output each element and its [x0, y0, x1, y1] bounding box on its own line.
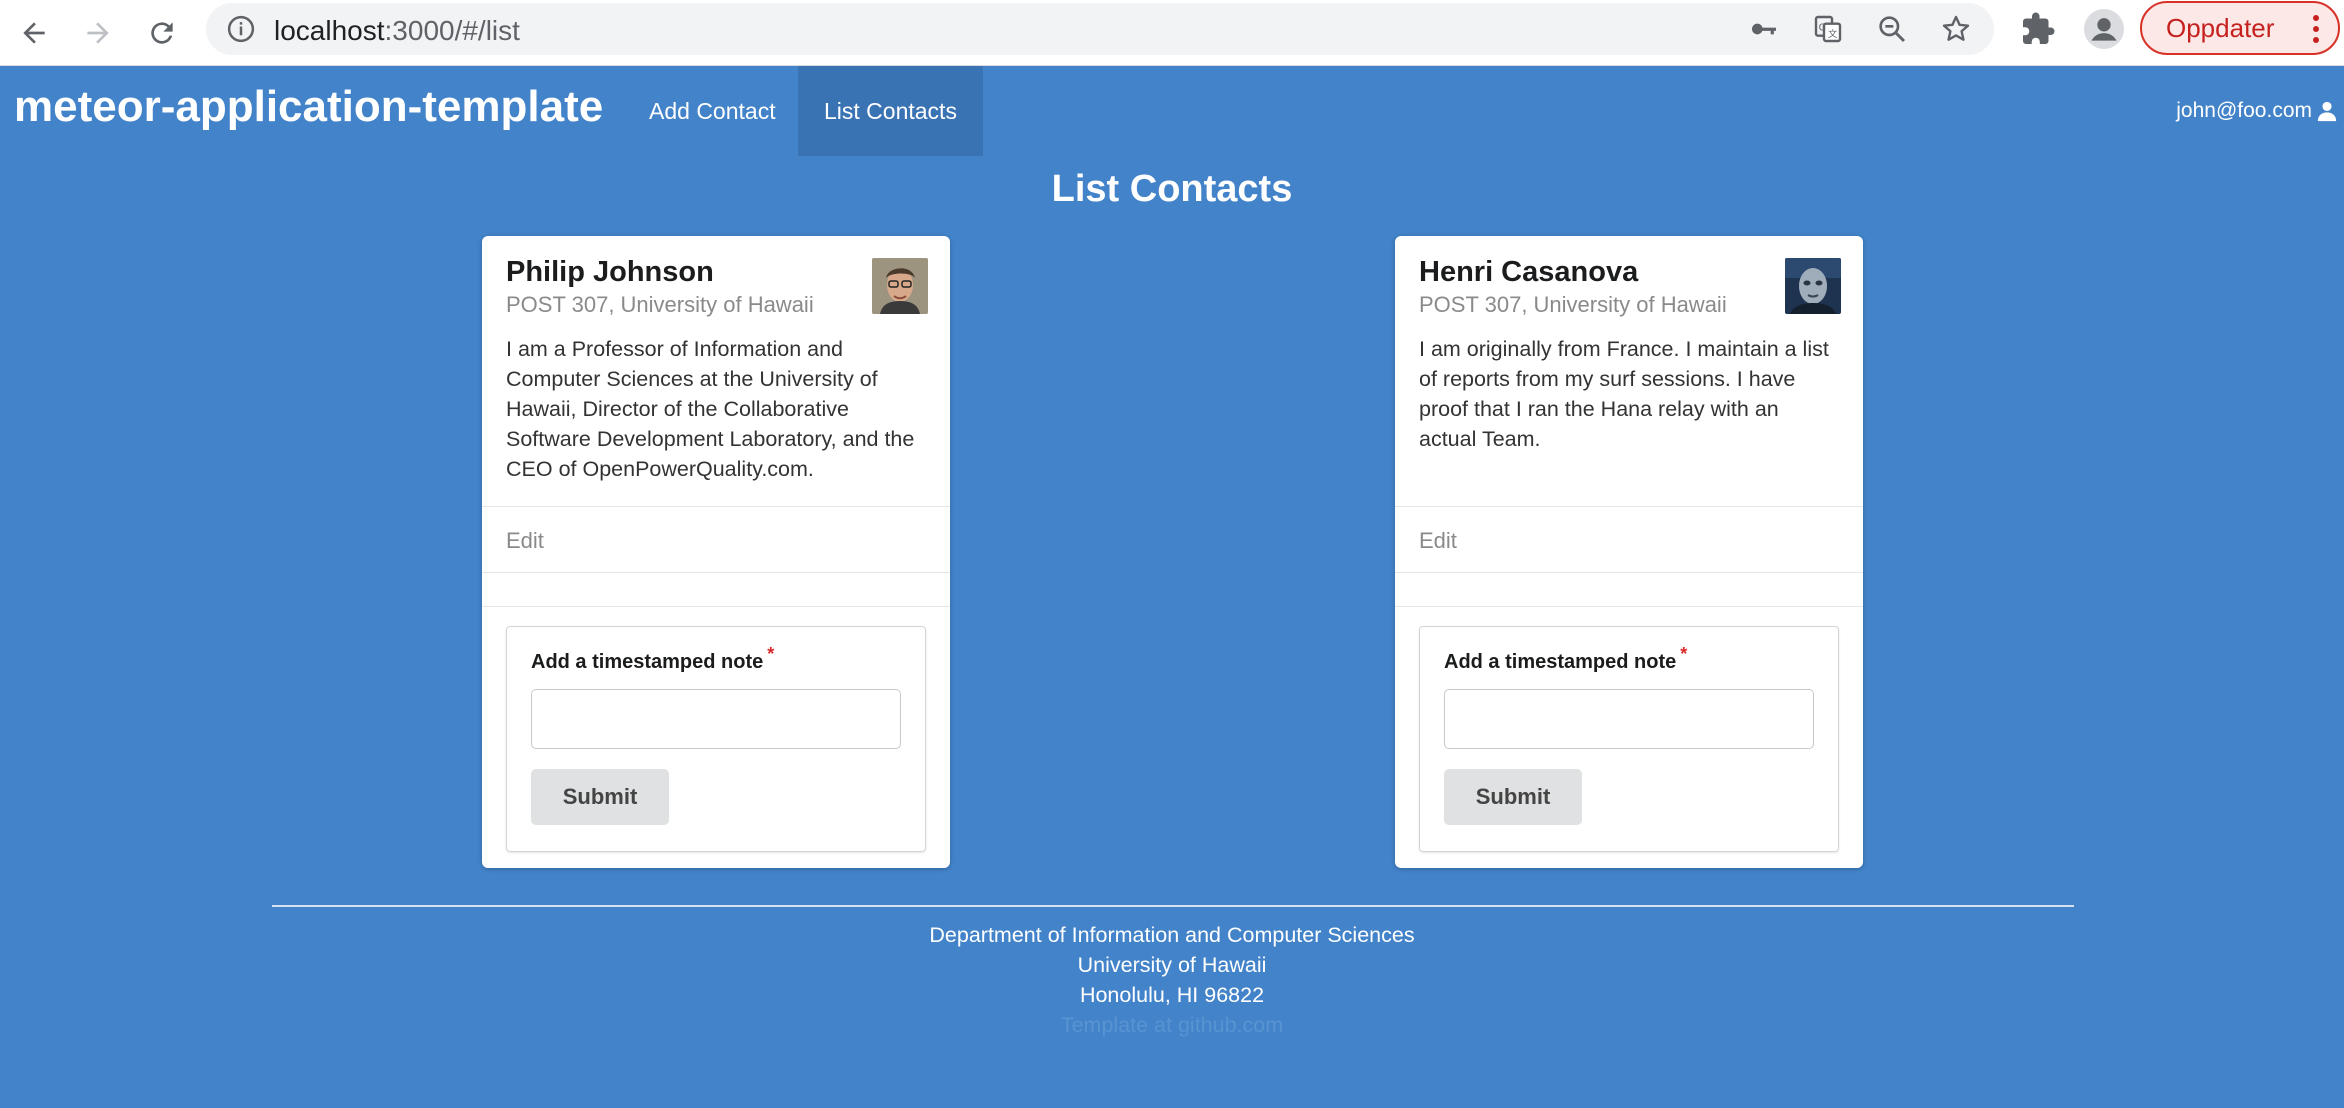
footer-address: Honolulu, HI 96822	[1079, 983, 1265, 1007]
svg-text:G: G	[1819, 22, 1826, 33]
submit-button[interactable]: Submit	[531, 769, 669, 825]
profile-avatar-icon[interactable]	[2084, 9, 2124, 49]
footer-template-link[interactable]: Template at github.com	[0, 1010, 2344, 1040]
edit-link[interactable]: Edit	[506, 528, 544, 554]
card-divider	[482, 506, 950, 507]
user-email: john@foo.com	[2176, 99, 2312, 122]
contact-avatar	[872, 258, 928, 314]
app-navbar: meteor-application-template Add Contact …	[0, 66, 2344, 156]
contact-card: Henri Casanova POST 307, University of H…	[1395, 236, 1863, 868]
user-icon	[2317, 101, 2337, 122]
footer-university: University of Hawaii	[1077, 953, 1267, 977]
info-icon[interactable]	[226, 14, 256, 44]
url-host: localhost	[274, 15, 385, 46]
extensions-puzzle-icon[interactable]	[2020, 11, 2056, 47]
url-text[interactable]: localhost:3000/#/list	[274, 15, 520, 47]
contact-avatar	[1785, 258, 1841, 314]
card-divider	[1395, 506, 1863, 507]
required-marker: *	[767, 644, 775, 664]
arrow-right-icon	[87, 22, 109, 44]
reload-button[interactable]	[138, 9, 186, 57]
back-button[interactable]	[10, 9, 58, 57]
browser-toolbar: localhost:3000/#/list G文 Oppdater	[0, 0, 2344, 66]
note-field-label: Add a timestamped note *	[531, 644, 774, 674]
contact-name: Philip Johnson	[506, 256, 714, 288]
card-divider	[482, 572, 950, 573]
add-note-form: Add a timestamped note * Submit	[1419, 626, 1839, 852]
user-menu[interactable]: john@foo.com	[2176, 66, 2338, 156]
add-note-form: Add a timestamped note * Submit	[506, 626, 926, 852]
translate-icon[interactable]: G文	[1812, 13, 1844, 45]
footer: Department of Information and Computer S…	[0, 920, 2344, 1040]
brand-link[interactable]: meteor-application-template	[14, 82, 603, 132]
note-input[interactable]	[531, 689, 901, 749]
contact-description: I am a Professor of Information and Comp…	[506, 337, 915, 481]
footer-divider	[272, 905, 2074, 907]
address-bar[interactable]: localhost:3000/#/list G文	[206, 3, 1994, 55]
svg-text:文: 文	[1828, 28, 1837, 40]
card-divider	[1395, 606, 1863, 607]
more-vert-icon	[2313, 15, 2319, 43]
note-input[interactable]	[1444, 689, 1814, 749]
note-label-text: Add a timestamped note	[531, 651, 764, 673]
required-marker: *	[1680, 644, 1688, 664]
forward-button[interactable]	[74, 9, 122, 57]
zoom-out-icon[interactable]	[1876, 13, 1908, 45]
contact-description: I am originally from France. I maintain …	[1419, 337, 1829, 451]
contact-address: POST 307, University of Hawaii	[506, 292, 814, 317]
contact-name: Henri Casanova	[1419, 256, 1639, 288]
nav-add-contact[interactable]: Add Contact	[623, 66, 802, 156]
reload-icon	[151, 22, 173, 44]
edit-link[interactable]: Edit	[1419, 528, 1457, 554]
key-icon[interactable]	[1748, 13, 1780, 45]
contact-card: Philip Johnson POST 307, University of H…	[482, 236, 950, 868]
arrow-left-icon	[23, 22, 45, 44]
page-title: List Contacts	[1051, 168, 1293, 210]
update-browser-button[interactable]: Oppdater	[2140, 1, 2340, 55]
note-label-text: Add a timestamped note	[1444, 651, 1677, 673]
submit-button[interactable]: Submit	[1444, 769, 1582, 825]
footer-department: Department of Information and Computer S…	[929, 923, 1415, 947]
update-label: Oppdater	[2166, 12, 2275, 43]
url-path: :3000/#/list	[384, 15, 520, 46]
nav-list-contacts[interactable]: List Contacts	[798, 66, 983, 156]
contact-address: POST 307, University of Hawaii	[1419, 292, 1727, 317]
card-divider	[1395, 572, 1863, 573]
bookmark-star-icon[interactable]	[1940, 13, 1972, 45]
card-divider	[482, 606, 950, 607]
note-field-label: Add a timestamped note *	[1444, 644, 1687, 674]
